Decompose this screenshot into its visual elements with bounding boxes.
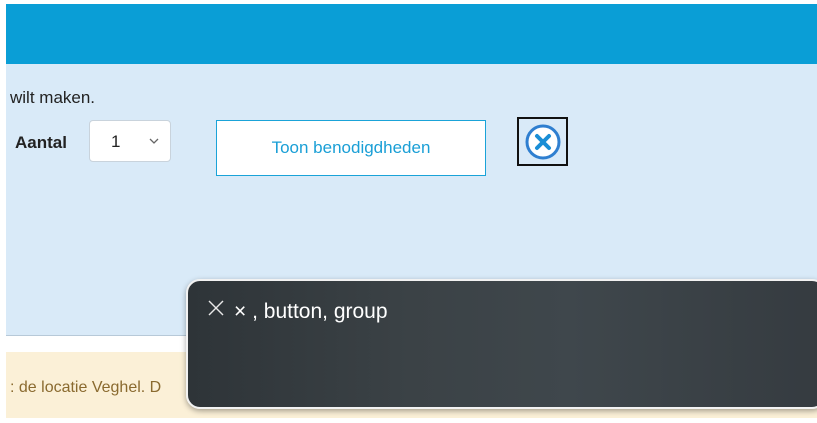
quantity-select[interactable]: 1	[89, 120, 171, 162]
close-button[interactable]	[517, 117, 568, 166]
show-supplies-button[interactable]: Toon benodigdheden	[216, 120, 486, 176]
close-circle-icon	[525, 124, 561, 160]
close-icon[interactable]	[208, 300, 224, 316]
intro-text: wilt maken.	[10, 88, 96, 107]
caption-text: × , button, group	[234, 300, 388, 323]
header-bar	[6, 4, 817, 64]
voiceover-caption-panel: × , button, group	[186, 279, 817, 409]
quantity-value: 1	[111, 132, 121, 151]
notice-text: : de locatie Veghel. D	[10, 379, 162, 396]
quantity-label: Aantal	[15, 133, 67, 152]
chevron-down-icon	[149, 138, 159, 144]
